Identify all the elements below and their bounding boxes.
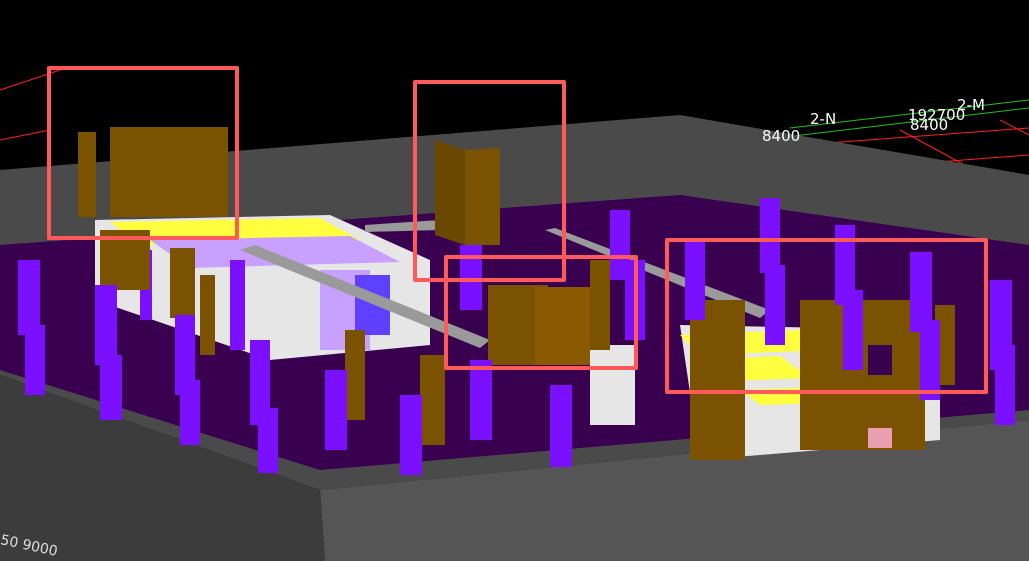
- grid-axis-label-a: 2-N: [810, 110, 837, 128]
- selection-box-3[interactable]: [444, 255, 638, 370]
- selection-box-1[interactable]: [47, 66, 239, 240]
- selection-box-4[interactable]: [665, 238, 988, 394]
- 3d-viewport[interactable]: 2-N 2-M 8400 192700 8400 50 9000: [0, 0, 1029, 561]
- selection-box-2[interactable]: [413, 80, 566, 282]
- grid-dimension-b: 8400: [910, 116, 949, 134]
- grid-dimension-a: 8400: [762, 127, 801, 145]
- grid-lines-green: [759, 99, 1029, 141]
